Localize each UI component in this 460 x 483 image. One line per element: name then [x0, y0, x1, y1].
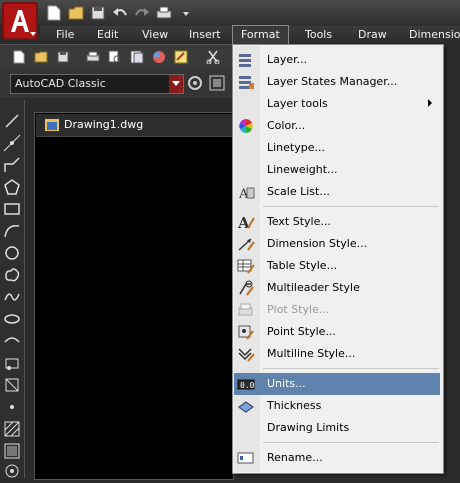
- text-style-icon: A: [237, 214, 255, 232]
- insert-block-icon[interactable]: [3, 354, 21, 372]
- menu-draw[interactable]: Draw: [358, 26, 387, 44]
- standard-toolbar: [0, 44, 232, 69]
- menu-item-point-style[interactable]: Point Style...: [234, 321, 440, 343]
- multileader-style-icon: [237, 280, 255, 296]
- menu-item-multileader-style[interactable]: Multileader Style: [234, 277, 440, 299]
- menu-item-dimension-style[interactable]: Dimension Style...: [234, 233, 440, 255]
- new-icon[interactable]: [44, 4, 64, 22]
- menu-edit[interactable]: Edit: [97, 26, 118, 44]
- menu-bar: File Edit View Insert Format Tools Draw …: [40, 25, 460, 45]
- application-menu-button[interactable]: [2, 2, 38, 40]
- workspace-dropdown[interactable]: AutoCAD Classic: [10, 74, 184, 94]
- menu-separator: [263, 206, 439, 207]
- units-icon: 0.0: [237, 376, 255, 392]
- open-icon[interactable]: [66, 4, 86, 22]
- ellipse-icon[interactable]: [3, 310, 21, 328]
- new-icon[interactable]: [10, 48, 28, 66]
- menu-item-color[interactable]: Color...: [234, 115, 440, 137]
- ellipse-arc-icon[interactable]: [3, 332, 21, 350]
- customize-icon[interactable]: [208, 74, 226, 92]
- document-tab[interactable]: Drawing1.dwg: [36, 114, 232, 137]
- polyline-icon[interactable]: [3, 156, 21, 174]
- 3d-dwf-icon[interactable]: [150, 48, 168, 66]
- table-style-icon: [237, 258, 255, 274]
- layer-icon: [237, 52, 255, 68]
- thickness-icon: [237, 398, 255, 414]
- dwg-file-icon: [44, 118, 60, 135]
- menu-item-scale-list[interactable]: A Scale List...: [234, 181, 440, 203]
- drawing-canvas[interactable]: [34, 112, 234, 480]
- menu-item-lineweight[interactable]: Lineweight...: [234, 159, 440, 181]
- save-icon[interactable]: [88, 4, 108, 22]
- redo-icon[interactable]: [132, 4, 152, 22]
- plot-icon[interactable]: [84, 48, 102, 66]
- point-style-icon: [237, 324, 255, 340]
- scale-list-icon: A: [237, 184, 255, 202]
- menu-item-rename[interactable]: Rename...: [234, 447, 440, 469]
- menu-item-drawing-limits[interactable]: Drawing Limits: [234, 417, 440, 439]
- menu-item-units[interactable]: 0.0 Units...: [234, 373, 440, 395]
- line-icon[interactable]: [3, 112, 21, 130]
- construction-line-icon[interactable]: [3, 134, 21, 152]
- rectangle-icon[interactable]: [3, 200, 21, 218]
- undo-icon[interactable]: [110, 4, 130, 22]
- menu-item-layer[interactable]: Layer...: [234, 49, 440, 71]
- polygon-icon[interactable]: [3, 178, 21, 196]
- layer-states-icon: [237, 74, 255, 90]
- menu-format[interactable]: Format: [232, 25, 289, 45]
- format-menu: Layer... Layer States Manager... Layer t…: [232, 44, 444, 474]
- menu-item-linetype[interactable]: Linetype...: [234, 137, 440, 159]
- cut-icon[interactable]: [204, 48, 222, 66]
- open-icon[interactable]: [32, 48, 50, 66]
- rename-icon: [237, 450, 255, 466]
- publish-icon[interactable]: [128, 48, 146, 66]
- etransmit-icon[interactable]: [172, 48, 190, 66]
- point-icon[interactable]: [3, 398, 21, 416]
- plot-icon[interactable]: [154, 4, 174, 22]
- menu-item-table-style[interactable]: Table Style...: [234, 255, 440, 277]
- hatch-icon[interactable]: [3, 420, 21, 438]
- workspace-settings-icon[interactable]: [186, 74, 204, 92]
- gradient-icon[interactable]: [3, 442, 21, 460]
- menu-item-layer-states-manager[interactable]: Layer States Manager...: [234, 71, 440, 93]
- svg-text:0.0: 0.0: [240, 381, 255, 390]
- plot-preview-icon[interactable]: [106, 48, 124, 66]
- draw-toolbar: [0, 100, 25, 478]
- menu-item-layer-tools[interactable]: Layer tools: [234, 93, 440, 115]
- plot-style-icon: [237, 302, 255, 318]
- workspace-value: AutoCAD Classic: [15, 77, 106, 90]
- menu-tools[interactable]: Tools: [305, 26, 332, 44]
- menu-separator: [263, 442, 439, 443]
- document-title: Drawing1.dwg: [64, 118, 144, 131]
- submenu-arrow-icon: [428, 99, 432, 107]
- menu-item-text-style[interactable]: A Text Style...: [234, 211, 440, 233]
- autocad-logo-icon: [2, 2, 38, 40]
- menu-item-multiline-style[interactable]: Multiline Style...: [234, 343, 440, 365]
- circle-icon[interactable]: [3, 244, 21, 262]
- revision-cloud-icon[interactable]: [3, 266, 21, 284]
- dimension-style-icon: [237, 236, 255, 252]
- arc-icon[interactable]: [3, 222, 21, 240]
- make-block-icon[interactable]: [3, 376, 21, 394]
- multiline-style-icon: [237, 346, 255, 362]
- quick-access-toolbar: [44, 3, 196, 23]
- region-icon[interactable]: [3, 462, 21, 480]
- menu-file[interactable]: File: [56, 26, 74, 44]
- qat-dropdown-icon[interactable]: [176, 4, 196, 22]
- menu-dimension[interactable]: Dimension: [409, 26, 460, 44]
- color-wheel-icon: [237, 118, 255, 134]
- menu-view[interactable]: View: [142, 26, 168, 44]
- menu-separator: [263, 368, 439, 369]
- spline-icon[interactable]: [3, 288, 21, 306]
- menu-insert[interactable]: Insert: [189, 26, 221, 44]
- menu-item-thickness[interactable]: Thickness: [234, 395, 440, 417]
- save-icon[interactable]: [54, 48, 72, 66]
- menu-item-plot-style[interactable]: Plot Style...: [234, 299, 440, 321]
- chevron-down-icon: [169, 75, 183, 93]
